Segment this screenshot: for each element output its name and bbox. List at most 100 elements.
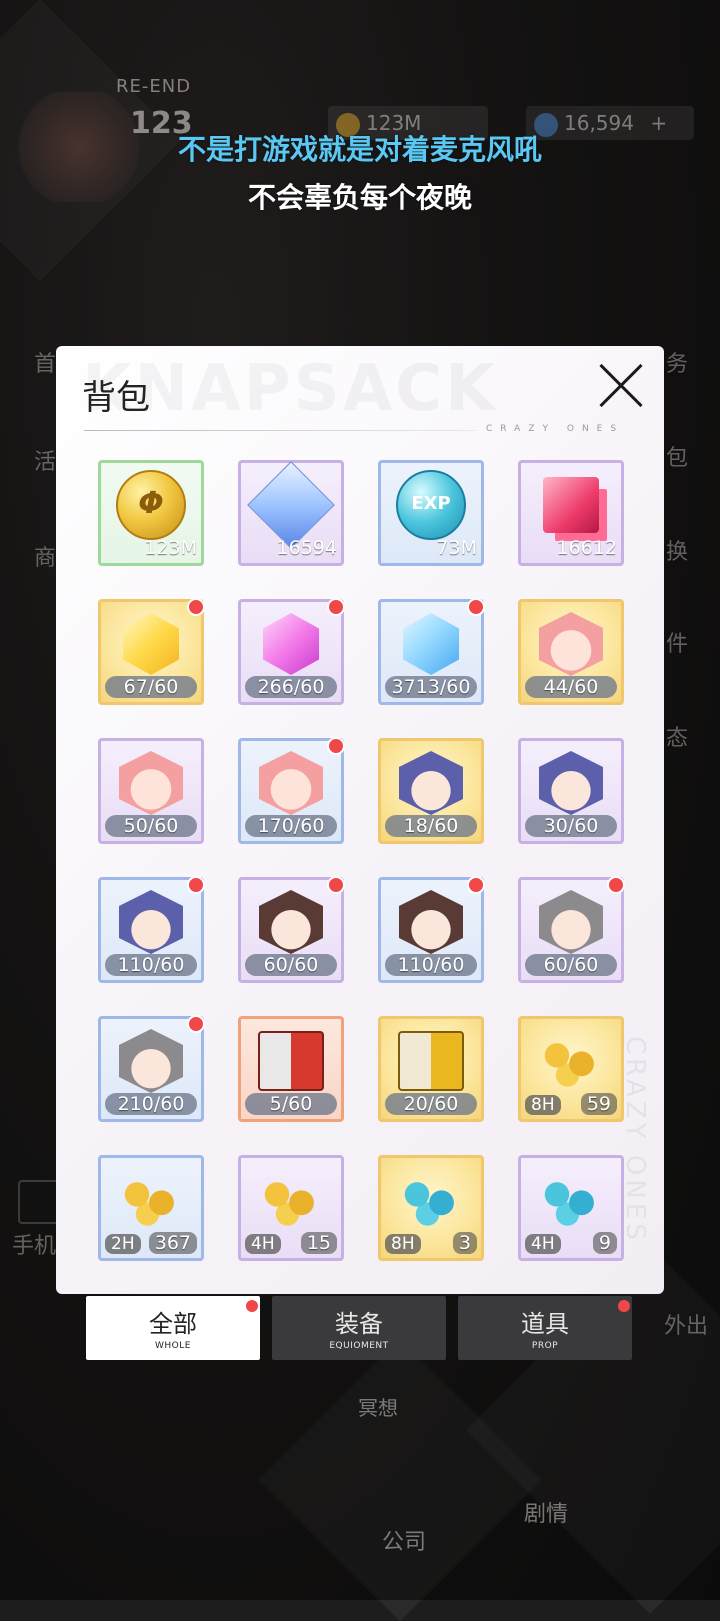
tab-sublabel: WHOLE (155, 1341, 191, 1351)
brown-hair-shard-icon (259, 890, 323, 954)
hud-title: RE-END (116, 76, 192, 97)
item-count: 59 (580, 1093, 617, 1115)
inventory-slot[interactable]: 5/60 (238, 1016, 344, 1122)
tab-prop[interactable]: 道具 PROP (458, 1296, 632, 1360)
close-icon[interactable] (596, 360, 646, 410)
item-count: 9 (592, 1232, 617, 1254)
inventory-slot[interactable]: 16594 (238, 460, 344, 566)
item-count: 16612 (556, 537, 617, 559)
item-count: 44/60 (525, 676, 617, 698)
gold-coin-icon: Φ (116, 470, 186, 540)
side-label: 商 (34, 546, 57, 571)
item-count: 5/60 (245, 1093, 337, 1115)
duration-badge: 8H (525, 1095, 561, 1115)
gold-coin-pile-icon (536, 1033, 606, 1089)
title-divider (84, 430, 476, 431)
notification-dot (187, 876, 205, 894)
inventory-slot[interactable]: 8H 3 (378, 1155, 484, 1261)
gold-coin-pile-icon (256, 1172, 326, 1228)
inventory-slot[interactable]: 2H 367 (98, 1155, 204, 1261)
diamond-icon (247, 461, 335, 549)
item-count: 60/60 (525, 954, 617, 976)
inventory-slot[interactable]: 60/60 (518, 876, 625, 983)
item-count: 110/60 (385, 954, 477, 976)
phone-label: 手机 (12, 1234, 57, 1259)
story-label: 剧情 (524, 1502, 569, 1527)
item-count: 67/60 (105, 676, 197, 698)
glasses-shard-icon (119, 890, 183, 954)
tab-sublabel: PROP (531, 1341, 559, 1351)
tab-label: 道具 (521, 1310, 569, 1338)
inventory-slot[interactable]: 44/60 (518, 599, 624, 705)
item-count: 50/60 (105, 815, 197, 837)
inventory-slot[interactable]: 16612 (518, 460, 624, 566)
vertical-tagline: CRAZY ONES (620, 1036, 650, 1244)
tab-label: 装备 (335, 1310, 383, 1338)
item-count: 110/60 (105, 954, 197, 976)
notification-dot (327, 876, 345, 894)
inventory-slot[interactable]: 8H 59 (518, 1016, 624, 1122)
inventory-slot[interactable]: 3713/60 (378, 598, 485, 705)
notification-dot (618, 1300, 630, 1312)
side-label: 活 (34, 450, 57, 475)
side-label: 换 (666, 540, 689, 565)
notification-dot (327, 737, 345, 755)
item-count: 367 (148, 1232, 197, 1254)
inventory-slot[interactable]: EXP 73M (378, 460, 484, 566)
duration-badge: 4H (525, 1234, 561, 1254)
glasses-shard-icon (539, 751, 603, 815)
side-label: 务 (666, 352, 689, 377)
inventory-slot[interactable]: 60/60 (238, 876, 345, 983)
red-mystery-box-icon (258, 1031, 324, 1091)
notification-dot (467, 876, 485, 894)
duration-badge: 4H (245, 1234, 281, 1254)
item-count: 60/60 (245, 954, 337, 976)
tab-label: 全部 (149, 1310, 197, 1338)
item-count: 30/60 (525, 815, 617, 837)
duration-badge: 8H (385, 1234, 421, 1254)
exp-coin-pile-icon (396, 1172, 466, 1228)
tab-whole[interactable]: 全部 WHOLE (86, 1296, 260, 1360)
dialog-title: 背包 (82, 378, 150, 418)
item-count: 170/60 (245, 815, 337, 837)
pink-hair-shard-icon (259, 751, 323, 815)
brown-hair-shard-icon (399, 890, 463, 954)
side-label: 件 (666, 632, 689, 657)
gold-coin-pile-icon (116, 1172, 186, 1228)
inventory-slot[interactable]: 266/60 (238, 598, 345, 705)
item-count: 266/60 (245, 676, 337, 698)
lyric-line-2: 不会辜负每个夜晚 (247, 181, 472, 214)
inventory-slot[interactable]: 110/60 (98, 876, 205, 983)
dialog-tagline: CRAZY ONES (486, 424, 625, 434)
grey-hair-shard-icon (539, 890, 603, 954)
knapsack-dialog: KNAPSACK 背包 CRAZY ONES CRAZY ONES Φ 123M 1… (56, 346, 664, 1294)
yellow-mystery-box-icon (398, 1031, 464, 1091)
company-label: 公司 (382, 1530, 427, 1555)
notification-dot (607, 876, 625, 894)
inventory-slot[interactable]: 170/60 (238, 737, 345, 844)
item-count: 18/60 (385, 815, 477, 837)
item-count: 20/60 (385, 1093, 477, 1115)
pink-hair-shard-icon (539, 612, 603, 676)
notification-dot (187, 1015, 205, 1033)
inventory-slot[interactable]: 50/60 (98, 738, 204, 844)
blue-crystal-icon (403, 613, 459, 675)
item-count: 16594 (276, 537, 337, 559)
duration-badge: 2H (105, 1234, 141, 1254)
inventory-slot[interactable]: 20/60 (378, 1016, 484, 1122)
inventory-slot[interactable]: 18/60 (378, 738, 484, 844)
inventory-slot[interactable]: 4H 9 (518, 1155, 624, 1261)
notification-dot (187, 598, 205, 616)
inventory-slot[interactable]: 30/60 (518, 738, 624, 844)
inventory-slot[interactable]: 110/60 (378, 876, 485, 983)
tab-equipment[interactable]: 装备 EQUIOMENT (272, 1296, 446, 1360)
item-count: 15 (300, 1232, 337, 1254)
inventory-slot[interactable]: 67/60 (98, 598, 205, 705)
exp-coin-icon: EXP (396, 470, 466, 540)
inventory-slot[interactable]: 4H 15 (238, 1155, 344, 1261)
pink-crystal-icon (263, 613, 319, 675)
side-label: 态 (666, 726, 689, 751)
inventory-slot[interactable]: 210/60 (98, 1015, 205, 1122)
inventory-slot[interactable]: Φ 123M (98, 460, 204, 566)
item-count: 3713/60 (385, 676, 477, 698)
